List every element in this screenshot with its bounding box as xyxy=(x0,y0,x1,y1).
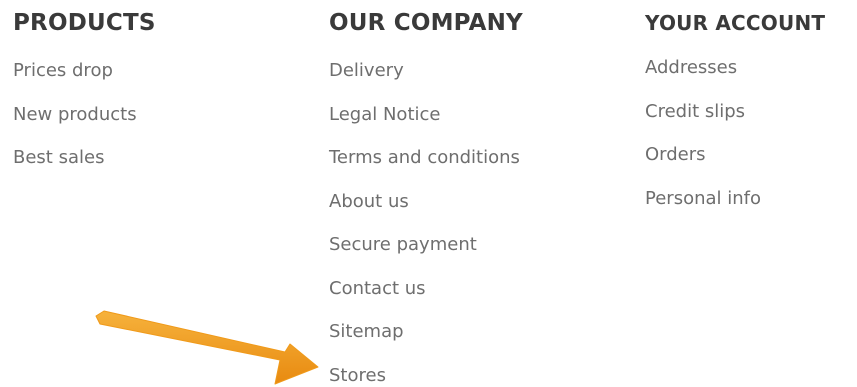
footer-column-our-company: OUR COMPANY Delivery Legal Notice Terms … xyxy=(329,0,523,385)
our-company-heading: OUR COMPANY xyxy=(329,10,523,36)
link-delivery[interactable]: Delivery xyxy=(329,62,404,80)
link-secure-payment[interactable]: Secure payment xyxy=(329,236,477,254)
your-account-heading: YOUR ACCOUNT xyxy=(645,11,826,35)
arrow-shape xyxy=(95,310,319,385)
link-about-us[interactable]: About us xyxy=(329,193,409,211)
link-sitemap[interactable]: Sitemap xyxy=(329,323,404,341)
link-orders[interactable]: Orders xyxy=(645,146,706,164)
link-personal-info[interactable]: Personal info xyxy=(645,190,761,208)
link-legal-notice[interactable]: Legal Notice xyxy=(329,106,440,124)
footer-column-products: PRODUCTS Prices drop New products Best s… xyxy=(13,0,156,167)
link-addresses[interactable]: Addresses xyxy=(645,59,737,77)
link-terms-and-conditions[interactable]: Terms and conditions xyxy=(329,149,520,167)
link-credit-slips[interactable]: Credit slips xyxy=(645,103,745,121)
link-prices-drop[interactable]: Prices drop xyxy=(13,62,113,80)
link-best-sales[interactable]: Best sales xyxy=(13,149,104,167)
link-stores[interactable]: Stores xyxy=(329,367,386,385)
link-contact-us[interactable]: Contact us xyxy=(329,280,426,298)
link-new-products[interactable]: New products xyxy=(13,106,137,124)
footer-column-your-account: YOUR ACCOUNT Addresses Credit slips Orde… xyxy=(645,0,826,208)
products-heading: PRODUCTS xyxy=(13,10,156,36)
